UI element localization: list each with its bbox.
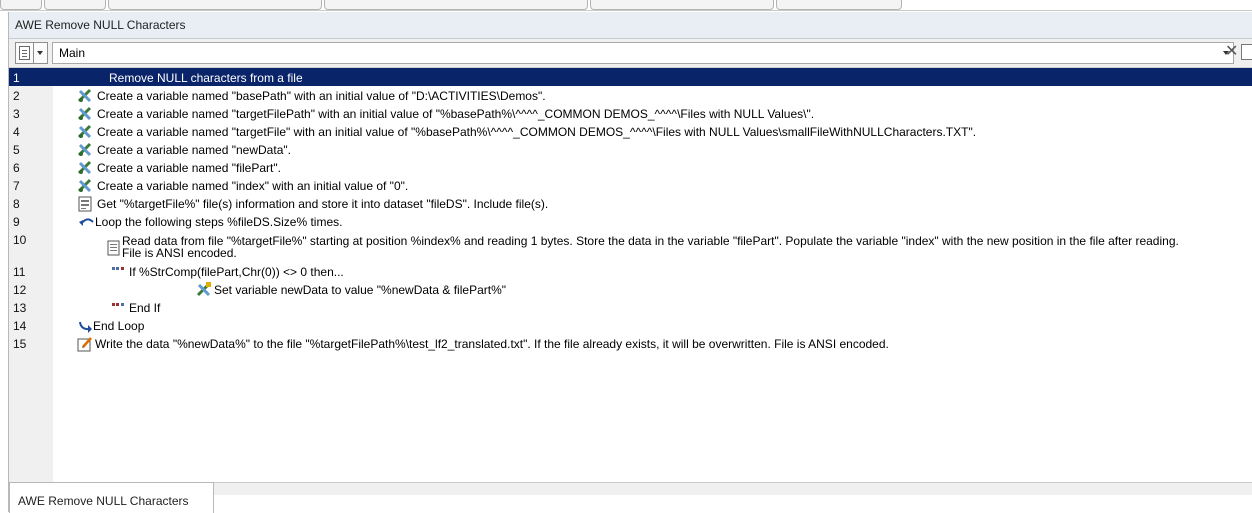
step-text: Create a variable named "targetFile" wit… (97, 125, 977, 139)
line-number: 3 (13, 107, 20, 121)
top-tab[interactable] (324, 0, 588, 10)
script-line[interactable]: 6 Create a variable named "filePart". (9, 158, 1252, 176)
end-loop-icon (79, 321, 92, 333)
line-number: 11 (13, 265, 26, 279)
subroutine-select[interactable]: Main (52, 42, 1234, 64)
script-line[interactable]: 8 Get "%targetFile%" file(s) information… (9, 194, 1252, 212)
step-text-continued: File is ANSI encoded. (122, 246, 237, 260)
line-number: 14 (13, 319, 27, 333)
create-variable-icon (77, 88, 92, 103)
end-if-icon (112, 303, 124, 306)
top-tab[interactable] (108, 0, 322, 10)
step-text: Create a variable named "basePath" with … (97, 89, 546, 103)
create-variable-icon (77, 124, 92, 139)
script-line[interactable]: 15 Write the data "%newData%" to the fil… (9, 334, 1252, 352)
step-text: Create a variable named "targetFilePath"… (97, 107, 815, 121)
line-number: 5 (13, 143, 20, 157)
script-line[interactable]: 9 Loop the following steps %fileDS.Size%… (9, 212, 1252, 230)
step-text: Loop the following steps %fileDS.Size% t… (95, 215, 343, 229)
top-tab[interactable] (776, 0, 902, 10)
step-text: End Loop (93, 319, 145, 333)
step-text: Create a variable named "index" with an … (97, 179, 409, 193)
step-text: Create a variable named "newData". (97, 143, 291, 157)
script-editor[interactable]: 1 Remove NULL characters from a file 2 C… (9, 68, 1252, 482)
line-number: 4 (13, 125, 20, 139)
if-icon (112, 267, 124, 270)
line-number: 9 (13, 215, 20, 229)
step-text: Read data from file "%targetFile%" start… (122, 234, 1179, 248)
top-tab[interactable] (44, 0, 106, 10)
line-number: 1 (13, 71, 20, 85)
script-line[interactable]: 5 Create a variable named "newData". (9, 140, 1252, 158)
chevron-down-icon (37, 51, 43, 55)
write-file-icon (77, 337, 92, 352)
step-text: End If (129, 301, 161, 315)
line-number: 2 (13, 89, 20, 103)
step-text: If %StrComp(filePart,Chr(0)) <> 0 then..… (129, 265, 344, 279)
create-variable-icon (77, 106, 92, 121)
script-line[interactable]: 11 If %StrComp(filePart,Chr(0)) <> 0 the… (9, 262, 1252, 280)
top-tab[interactable] (590, 0, 774, 10)
script-line[interactable]: 7 Create a variable named "index" with a… (9, 176, 1252, 194)
loop-icon (79, 218, 94, 226)
line-number: 13 (13, 301, 27, 315)
close-icon[interactable]: ✕ (1225, 43, 1238, 61)
script-line[interactable]: 4 Create a variable named "targetFile" w… (9, 122, 1252, 140)
top-tab-strip (0, 0, 1252, 11)
script-editor-window: AWE Remove NULL Characters Main ✕ 1 Remo… (8, 12, 1252, 512)
step-text: Get "%targetFile%" file(s) information a… (97, 197, 549, 211)
create-variable-icon (77, 160, 92, 175)
document-icon (19, 46, 30, 60)
tab-awe-remove-null-characters[interactable]: AWE Remove NULL Characters (9, 482, 214, 513)
script-line[interactable]: 12 Set variable newData to value "%newDa… (9, 280, 1252, 298)
comment-text: Remove NULL characters from a file (109, 71, 303, 85)
title-bar: AWE Remove NULL Characters (9, 12, 1252, 39)
line-number: 15 (13, 337, 27, 351)
pane-button[interactable] (1241, 44, 1252, 60)
script-line[interactable]: 10 Read data from file "%targetFile%" st… (9, 230, 1252, 262)
document-button[interactable] (15, 42, 34, 64)
script-line[interactable]: 3 Create a variable named "targetFilePat… (9, 104, 1252, 122)
script-line[interactable]: 13 End If (9, 298, 1252, 316)
step-text: Create a variable named "filePart". (97, 161, 281, 175)
window-title: AWE Remove NULL Characters (15, 18, 186, 32)
script-line[interactable]: 14 End Loop (9, 316, 1252, 334)
script-line[interactable]: 1 Remove NULL characters from a file (9, 68, 1252, 86)
line-number: 7 (13, 179, 20, 193)
create-variable-icon (77, 178, 92, 193)
subroutine-select-value: Main (59, 46, 86, 60)
line-number: 12 (13, 283, 27, 297)
toolbar: Main ✕ (9, 39, 1252, 68)
set-variable-icon (196, 282, 211, 297)
script-line[interactable]: 2 Create a variable named "basePath" wit… (9, 86, 1252, 104)
step-text: Write the data "%newData%" to the file "… (95, 337, 889, 351)
create-variable-icon (77, 142, 92, 157)
line-number: 6 (13, 161, 20, 175)
line-number: 10 (13, 233, 27, 247)
line-number: 8 (13, 197, 20, 211)
step-text: Set variable newData to value "%newData … (214, 283, 507, 297)
read-file-icon (107, 240, 120, 256)
top-tab[interactable] (0, 0, 42, 10)
document-dropdown-button[interactable] (33, 42, 48, 64)
tab-label: AWE Remove NULL Characters (18, 494, 189, 508)
file-info-icon (78, 196, 92, 212)
